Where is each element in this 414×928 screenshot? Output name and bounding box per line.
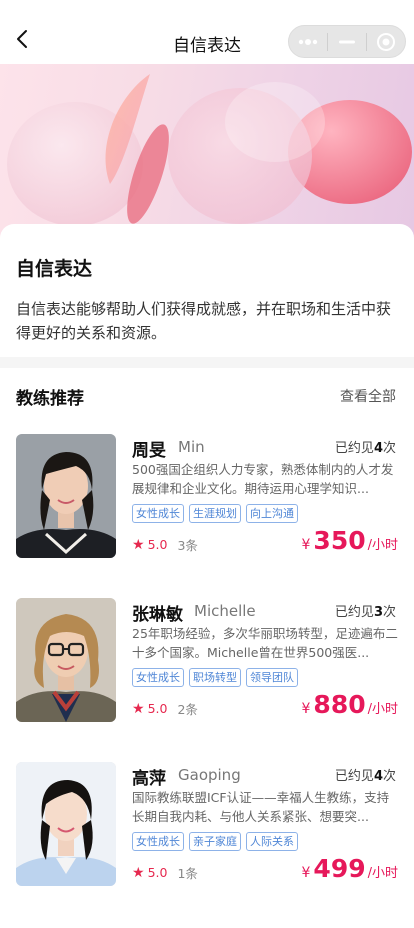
review-count: 2条 xyxy=(177,702,198,717)
currency-symbol: ¥ xyxy=(301,865,311,881)
currency-symbol: ¥ xyxy=(301,537,311,553)
coach-photo xyxy=(16,762,116,886)
coach-price: ¥ 350 /小时 xyxy=(302,526,399,555)
coach-card[interactable]: 张琳敏 Michelle 已约见3次 25年职场经验，多次华丽职场转型，足迹遍布… xyxy=(16,598,398,724)
coach-avatar xyxy=(16,762,116,886)
coach-english-name: Gaoping xyxy=(178,766,241,784)
coach-recommendation-section: 教练推荐 查看全部 周旻 Min 已约见4次 500强国企组织人力专家，熟悉体制… xyxy=(0,368,414,928)
intro-section: 自信表达 自信表达能够帮助人们获得成就感，并在职场和生活中获得更好的关系和资源。 xyxy=(0,224,414,357)
coach-tags: 女性成长 亲子家庭 人际关系 xyxy=(132,832,298,851)
tag[interactable]: 女性成长 xyxy=(132,668,184,687)
review-count: 1条 xyxy=(177,866,198,881)
tag[interactable]: 向上沟通 xyxy=(246,504,298,523)
price-value: 499 xyxy=(313,854,366,883)
price-value: 880 xyxy=(313,690,366,719)
tag[interactable]: 人际关系 xyxy=(246,832,298,851)
nav-bar: 自信表达 xyxy=(0,0,414,64)
coach-photo xyxy=(16,434,116,558)
tag[interactable]: 领导团队 xyxy=(246,668,298,687)
price-value: 350 xyxy=(313,526,366,555)
coach-avatar xyxy=(16,598,116,722)
rating-score: 5.0 xyxy=(147,537,168,552)
review-count: 3条 xyxy=(177,538,198,553)
coach-card[interactable]: 周旻 Min 已约见4次 500强国企组织人力专家，熟悉体制内的人才发展规律和企… xyxy=(16,434,398,560)
appointment-count: 已约见4次 xyxy=(334,769,396,784)
tag[interactable]: 女性成长 xyxy=(132,832,184,851)
coach-card[interactable]: 高萍 Gaoping 已约见4次 国际教练联盟ICF认证——幸福人生教练，支持长… xyxy=(16,762,398,888)
appointment-count: 已约见3次 xyxy=(334,605,396,620)
price-unit: /小时 xyxy=(367,702,398,717)
coach-rating: ★ 5.0 3条 xyxy=(132,535,198,554)
rating-score: 5.0 xyxy=(147,865,168,880)
coach-description: 500强国企组织人力专家，熟悉体制内的人才发展规律和企业文化。期待运用心理学知识… xyxy=(132,462,394,496)
section-header: 教练推荐 查看全部 xyxy=(16,384,396,409)
view-all-link[interactable]: 查看全部 xyxy=(340,386,396,406)
star-icon: ★ xyxy=(132,700,145,717)
price-unit: /小时 xyxy=(367,866,398,881)
tag[interactable]: 女性成长 xyxy=(132,504,184,523)
tag[interactable]: 职场转型 xyxy=(189,668,241,687)
coach-name: 周旻 xyxy=(132,441,166,461)
mini-program-capsule xyxy=(288,25,406,58)
close-button[interactable] xyxy=(367,26,405,57)
coach-price: ¥ 499 /小时 xyxy=(302,854,399,883)
target-close-icon xyxy=(377,32,395,51)
coach-photo xyxy=(16,598,116,722)
coach-info: 张琳敏 Michelle 已约见3次 25年职场经验，多次华丽职场转型，足迹遍布… xyxy=(132,598,398,722)
coach-name: 张琳敏 xyxy=(132,605,183,625)
more-dots-icon xyxy=(298,38,318,45)
minimize-button[interactable] xyxy=(328,26,366,57)
tag[interactable]: 亲子家庭 xyxy=(189,832,241,851)
coach-info: 高萍 Gaoping 已约见4次 国际教练联盟ICF认证——幸福人生教练，支持长… xyxy=(132,762,398,886)
coach-name: 高萍 xyxy=(132,769,166,789)
coach-price: ¥ 880 /小时 xyxy=(302,690,399,719)
star-icon: ★ xyxy=(132,864,145,881)
coach-english-name: Michelle xyxy=(194,602,256,620)
currency-symbol: ¥ xyxy=(301,701,311,717)
minus-icon xyxy=(339,40,355,43)
coach-info: 周旻 Min 已约见4次 500强国企组织人力专家，熟悉体制内的人才发展规律和企… xyxy=(132,434,398,558)
coach-tags: 女性成长 生涯规划 向上沟通 xyxy=(132,504,298,523)
tag[interactable]: 生涯规划 xyxy=(189,504,241,523)
coach-rating: ★ 5.0 2条 xyxy=(132,699,198,718)
coach-description: 25年职场经验，多次华丽职场转型，足迹遍布二十多个国家。Michelle曾在世界… xyxy=(132,626,398,660)
intro-description: 自信表达能够帮助人们获得成就感，并在职场和生活中获得更好的关系和资源。 xyxy=(16,300,392,342)
coach-description: 国际教练联盟ICF认证——幸福人生教练，支持长期自我内耗、与他人关系紧张、想要突… xyxy=(132,790,390,824)
coach-english-name: Min xyxy=(178,438,205,456)
more-button[interactable] xyxy=(289,26,327,57)
coach-tags: 女性成长 职场转型 领导团队 xyxy=(132,668,298,687)
appointment-count: 已约见4次 xyxy=(334,441,396,456)
rating-score: 5.0 xyxy=(147,701,168,716)
star-icon: ★ xyxy=(132,536,145,553)
price-unit: /小时 xyxy=(367,538,398,553)
intro-title: 自信表达 xyxy=(16,258,93,280)
coach-rating: ★ 5.0 1条 xyxy=(132,863,198,882)
section-title: 教练推荐 xyxy=(16,389,84,409)
coach-avatar xyxy=(16,434,116,558)
